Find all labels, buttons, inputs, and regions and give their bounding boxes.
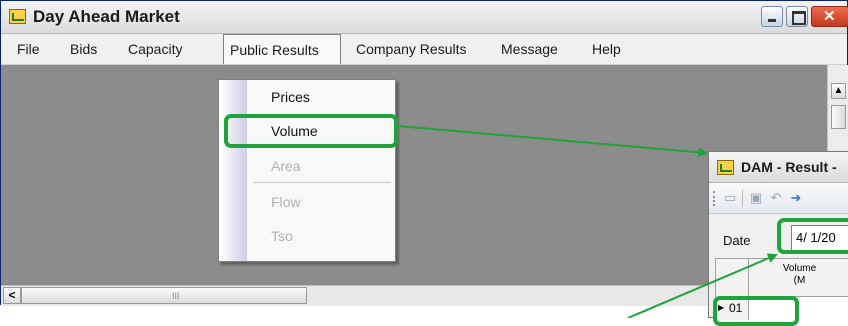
toolbar-separator: [742, 190, 743, 207]
menu-help[interactable]: Help: [592, 34, 621, 64]
title-bar: Day Ahead Market: [1, 1, 848, 34]
row-highlight-box: [713, 296, 799, 326]
dam-window-title: DAM - Result -: [741, 159, 837, 175]
window-title: Day Ahead Market: [33, 7, 180, 26]
scroll-up-arrow-icon[interactable]: ▲: [831, 83, 846, 99]
menu-public-results[interactable]: Public Results: [223, 34, 341, 64]
menu-item-prices[interactable]: Prices: [271, 89, 310, 105]
public-results-dropdown: Prices Volume Area Flow Tso: [218, 79, 396, 262]
menu-file[interactable]: File: [17, 34, 40, 64]
menu-message[interactable]: Message: [501, 34, 558, 64]
scroll-grip: III: [172, 291, 180, 301]
dropdown-gutter: [219, 80, 247, 261]
menu-separator: [253, 182, 391, 183]
scroll-left-arrow-icon[interactable]: <: [3, 287, 21, 304]
volume-highlight-box: [224, 114, 398, 148]
menu-company-results[interactable]: Company Results: [356, 34, 467, 64]
horizontal-scroll-thumb[interactable]: III: [21, 287, 307, 304]
date-highlight-box: [777, 218, 848, 254]
column-header-line2: (M: [793, 275, 806, 286]
dam-chart-icon: [717, 160, 734, 175]
minimize-button[interactable]: [761, 6, 783, 27]
app-chart-icon: [9, 9, 26, 24]
grid-corner: [716, 259, 749, 298]
undo-icon[interactable]: ↶: [769, 190, 783, 206]
toolbar-grip: [713, 191, 717, 206]
date-label: Date: [723, 233, 751, 248]
menu-item-flow: Flow: [271, 194, 301, 210]
save-icon[interactable]: ▣: [749, 190, 763, 206]
menu-capacity[interactable]: Capacity: [128, 34, 182, 64]
new-document-icon[interactable]: ▭: [723, 190, 737, 206]
refresh-icon[interactable]: ➜: [789, 190, 803, 206]
close-button[interactable]: [811, 6, 848, 27]
menu-item-tso: Tso: [271, 228, 293, 244]
vertical-scroll-thumb[interactable]: [831, 105, 846, 129]
maximize-button[interactable]: [786, 6, 808, 27]
dam-toolbar: ▭ ▣ ↶ ➜: [709, 183, 848, 214]
menu-item-area: Area: [271, 158, 301, 174]
dam-title-bar: DAM - Result -: [709, 152, 848, 183]
column-header-line1: Volume: [782, 263, 817, 274]
column-header-volume[interactable]: Volume (M: [749, 259, 848, 297]
menu-bar: File Bids Capacity Public Results Compan…: [1, 34, 847, 65]
menu-bids[interactable]: Bids: [70, 34, 97, 64]
